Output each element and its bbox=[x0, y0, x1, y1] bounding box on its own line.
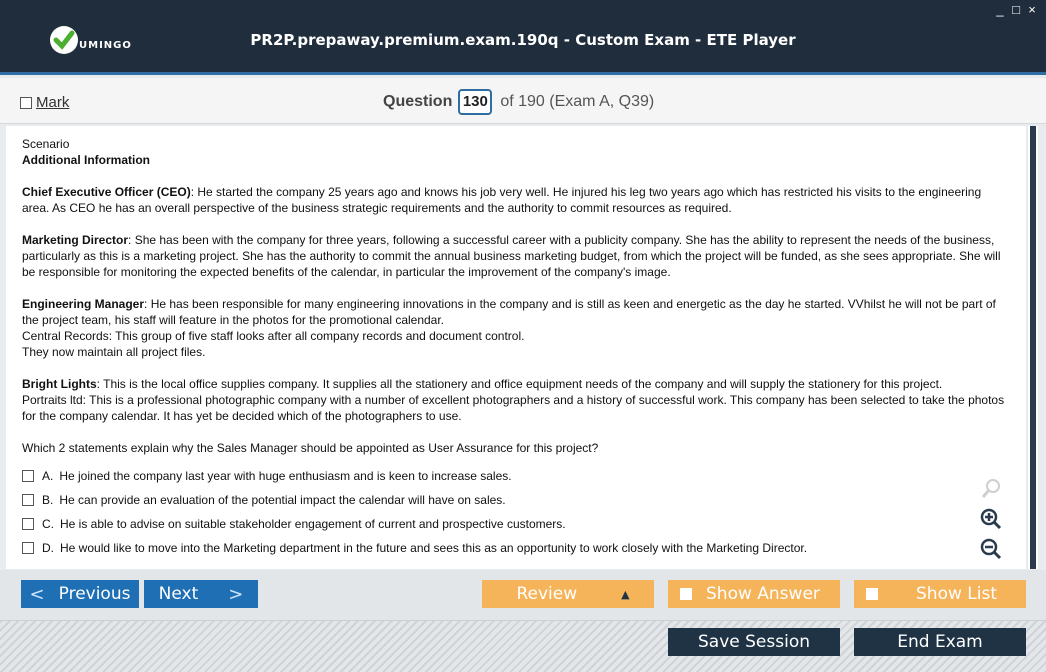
checkbox-icon[interactable] bbox=[20, 96, 32, 109]
paragraph-title: Bright Lights bbox=[22, 377, 97, 391]
checkbox-icon[interactable] bbox=[22, 542, 34, 554]
answer-option-b[interactable]: B. He can provide an evaluation of the p… bbox=[22, 488, 1010, 512]
answer-option-d[interactable]: D. He would like to move into the Market… bbox=[22, 536, 1010, 560]
end-exam-button[interactable]: End Exam bbox=[854, 628, 1026, 656]
answer-letter: C. bbox=[42, 517, 54, 531]
vertical-scrollbar[interactable] bbox=[1028, 126, 1038, 569]
chevron-right-icon: > bbox=[228, 583, 244, 605]
paragraph-title: Engineering Manager bbox=[22, 297, 145, 311]
scenario-label: Scenario bbox=[22, 137, 70, 151]
previous-label: Previous bbox=[58, 584, 131, 604]
paragraph-text: : He has been responsible for many engin… bbox=[22, 297, 996, 327]
central-records-line-1: Central Records: This group of five staf… bbox=[22, 329, 525, 343]
show-list-toggle[interactable]: Show List bbox=[854, 580, 1026, 608]
paragraph-bright-lights: Bright Lights: This is the local office … bbox=[22, 376, 1010, 392]
search-icon[interactable] bbox=[978, 476, 1004, 502]
save-session-button[interactable]: Save Session bbox=[668, 628, 840, 656]
window-title: PR2P.prepaway.premium.exam.190q - Custom… bbox=[250, 31, 796, 49]
show-answer-toggle[interactable]: Show Answer bbox=[668, 580, 840, 608]
title-bar: UMINGO PR2P.prepaway.premium.exam.190q -… bbox=[0, 0, 1046, 75]
zoom-out-icon[interactable] bbox=[978, 536, 1004, 562]
show-list-label: Show List bbox=[916, 584, 997, 604]
question-label: Question bbox=[383, 93, 453, 110]
question-total: of 190 (Exam A, Q39) bbox=[500, 93, 655, 110]
checkbox-icon[interactable] bbox=[22, 518, 34, 530]
scrollbar-thumb[interactable] bbox=[1030, 126, 1036, 569]
review-button[interactable]: Review ▲ bbox=[482, 580, 654, 608]
end-exam-label: End Exam bbox=[897, 632, 983, 652]
next-button[interactable]: Next > bbox=[144, 580, 258, 608]
checkbox-icon[interactable] bbox=[22, 494, 34, 506]
answer-option-c[interactable]: C. He is able to advise on suitable stak… bbox=[22, 512, 1010, 536]
window-controls: _ □ × bbox=[994, 2, 1038, 17]
navigation-bar: < Previous Next > Review ▲ Show Answer S… bbox=[0, 570, 1046, 620]
session-bar: Save Session End Exam bbox=[0, 620, 1046, 672]
central-records-line-2: They now maintain all project files. bbox=[22, 345, 206, 359]
checkbox-icon[interactable] bbox=[866, 588, 878, 600]
paragraph-title: Chief Executive Officer (CEO) bbox=[22, 185, 191, 199]
paragraph-marketing-director: Marketing Director: She has been with th… bbox=[22, 232, 1010, 280]
paragraph-portraits: Portraits ltd: This is a professional ph… bbox=[22, 393, 1005, 423]
answer-text: He is able to advise on suitable stakeho… bbox=[60, 517, 566, 531]
next-label: Next bbox=[158, 584, 199, 604]
zoom-in-icon[interactable] bbox=[978, 506, 1004, 532]
minimize-icon[interactable]: _ bbox=[994, 2, 1006, 17]
previous-button[interactable]: < Previous bbox=[21, 580, 139, 608]
paragraph-text: : She has been with the company for thre… bbox=[22, 233, 1001, 279]
question-number-input[interactable]: 130 bbox=[458, 89, 493, 115]
answer-letter: D. bbox=[42, 541, 54, 555]
answer-text: He can provide an evaluation of the pote… bbox=[59, 493, 506, 507]
save-session-label: Save Session bbox=[698, 632, 810, 652]
checkbox-icon[interactable] bbox=[22, 470, 34, 482]
answer-letter: B. bbox=[42, 493, 54, 507]
question-text: Which 2 statements explain why the Sales… bbox=[22, 441, 599, 455]
review-label: Review bbox=[516, 584, 578, 604]
question-bar: Mark Question 130 of 190 (Exam A, Q39) bbox=[0, 78, 1046, 124]
show-answer-label: Show Answer bbox=[706, 584, 820, 604]
answer-text: He joined the company last year with hug… bbox=[59, 469, 512, 483]
paragraph-title: Marketing Director bbox=[22, 233, 129, 247]
answer-list: A. He joined the company last year with … bbox=[22, 464, 1010, 560]
question-content: Scenario Additional Information Chief Ex… bbox=[6, 126, 1026, 569]
question-navigator: Question 130 of 190 (Exam A, Q39) bbox=[383, 89, 654, 115]
caret-up-icon: ▲ bbox=[621, 587, 630, 601]
paragraph-ceo: Chief Executive Officer (CEO): He starte… bbox=[22, 184, 1010, 216]
paragraph-engineering-manager: Engineering Manager: He has been respons… bbox=[22, 296, 1010, 328]
paragraph-text: : This is the local office supplies comp… bbox=[96, 377, 943, 391]
close-icon[interactable]: × bbox=[1026, 2, 1038, 17]
answer-option-a[interactable]: A. He joined the company last year with … bbox=[22, 464, 1010, 488]
mark-checkbox[interactable]: Mark bbox=[20, 94, 69, 111]
maximize-icon[interactable]: □ bbox=[1010, 2, 1022, 17]
mark-label: Mark bbox=[36, 94, 70, 111]
checkbox-icon[interactable] bbox=[680, 588, 692, 600]
section-heading: Additional Information bbox=[22, 153, 150, 167]
zoom-controls bbox=[974, 476, 1010, 566]
answer-text: He would like to move into the Marketing… bbox=[60, 541, 808, 555]
answer-letter: A. bbox=[42, 469, 54, 483]
chevron-left-icon: < bbox=[29, 583, 45, 605]
